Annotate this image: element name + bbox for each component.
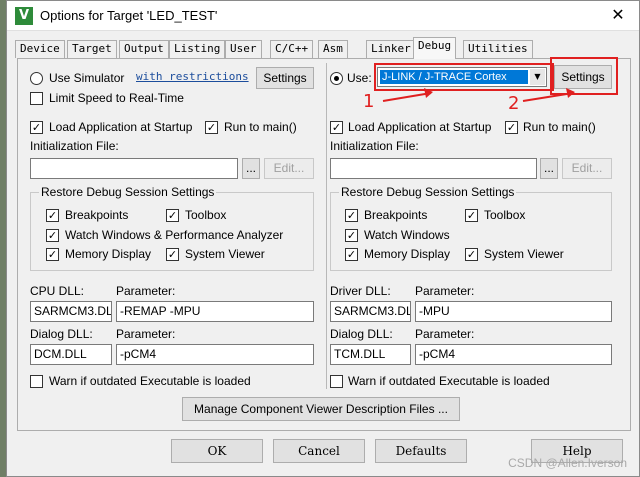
left-init-file-input[interactable] <box>30 158 238 179</box>
left-sysviewer-checkbox[interactable]: ✓ <box>166 248 179 261</box>
right-edit-button[interactable]: Edit... <box>562 158 612 179</box>
right-breakpoints-checkbox[interactable]: ✓ <box>345 209 358 222</box>
window-title: Options for Target 'LED_TEST' <box>40 8 218 23</box>
right-init-file-label: Initialization File: <box>330 139 419 153</box>
left-memory-checkbox[interactable]: ✓ <box>46 248 59 261</box>
tab-device[interactable]: Device <box>15 40 65 58</box>
right-run-main-checkbox[interactable]: ✓ <box>505 121 518 134</box>
use-label: Use: <box>347 71 372 85</box>
driver-dll-input[interactable]: SARMCM3.DLL <box>330 301 411 322</box>
use-debugger-radio[interactable] <box>330 72 343 85</box>
left-toolbox-checkbox[interactable]: ✓ <box>166 209 179 222</box>
annotation-arrows <box>382 88 575 102</box>
annotation-arrow-1-line <box>382 92 432 102</box>
right-restore-group-label: Restore Debug Session Settings <box>339 185 517 199</box>
keil-app-icon: V <box>15 7 33 25</box>
tab-user[interactable]: User <box>225 40 262 58</box>
driver-dll-label: Driver DLL: <box>330 284 391 298</box>
options-dialog: V Options for Target 'LED_TEST' ✕ Device… <box>6 0 640 477</box>
with-restrictions-link[interactable]: with restrictions <box>136 70 249 83</box>
right-sysviewer-checkbox[interactable]: ✓ <box>465 248 478 261</box>
left-toolbox-label: Toolbox <box>185 208 227 222</box>
right-warn-checkbox[interactable] <box>330 375 343 388</box>
right-dialog-param-input[interactable]: -pCM4 <box>415 344 612 365</box>
right-memory-label: Memory Display <box>364 247 451 261</box>
limit-speed-checkbox[interactable] <box>30 92 43 105</box>
driver-param-input[interactable]: -MPU <box>415 301 612 322</box>
tab-utilities[interactable]: Utilities <box>463 40 533 58</box>
left-watch-label: Watch Windows & Performance Analyzer <box>65 228 284 242</box>
manage-component-viewer-button[interactable]: Manage Component Viewer Description File… <box>182 397 460 421</box>
left-browse-button[interactable]: ... <box>242 158 260 179</box>
left-init-file-label: Initialization File: <box>30 139 119 153</box>
watermark: CSDN @Allen.Iverson <box>508 456 627 470</box>
right-load-app-checkbox[interactable]: ✓ <box>330 121 343 134</box>
title-bar: V Options for Target 'LED_TEST' ✕ <box>7 1 639 31</box>
left-watch-checkbox[interactable]: ✓ <box>46 229 59 242</box>
cpu-param-label: Parameter: <box>116 284 176 298</box>
right-dialog-dll-input[interactable]: TCM.DLL <box>330 344 411 365</box>
left-dialog-param-label: Parameter: <box>116 327 176 341</box>
tab-output[interactable]: Output <box>119 40 169 58</box>
right-toolbox-checkbox[interactable]: ✓ <box>465 209 478 222</box>
debug-panel: Use Simulator with restrictions Settings… <box>17 57 631 431</box>
tab-debug[interactable]: Debug <box>413 37 457 59</box>
right-browse-button[interactable]: ... <box>540 158 558 179</box>
right-toolbox-label: Toolbox <box>484 208 526 222</box>
left-dialog-param-input[interactable]: -pCM4 <box>116 344 314 365</box>
left-dialog-dll-label: Dialog DLL: <box>30 327 93 341</box>
left-run-main-checkbox[interactable]: ✓ <box>205 121 218 134</box>
left-load-app-checkbox[interactable]: ✓ <box>30 121 43 134</box>
left-dialog-dll-input[interactable]: DCM.DLL <box>30 344 112 365</box>
tab-listing[interactable]: Listing <box>169 40 226 58</box>
tab-cpp[interactable]: C/C++ <box>270 40 314 58</box>
ok-button[interactable]: OK <box>171 439 263 463</box>
left-memory-label: Memory Display <box>65 247 152 261</box>
right-watch-checkbox[interactable]: ✓ <box>345 229 358 242</box>
tab-asm[interactable]: Asm <box>318 40 348 58</box>
annotation-arrow-1-head <box>424 88 433 98</box>
right-sysviewer-label: System Viewer <box>484 247 564 261</box>
cpu-dll-input[interactable]: SARMCM3.DLL <box>30 301 112 322</box>
left-breakpoints-checkbox[interactable]: ✓ <box>46 209 59 222</box>
close-icon[interactable]: ✕ <box>603 3 633 27</box>
right-dialog-param-label: Parameter: <box>415 327 475 341</box>
cpu-dll-label: CPU DLL: <box>30 284 85 298</box>
tab-target[interactable]: Target <box>67 40 117 58</box>
defaults-button[interactable]: Defaults <box>375 439 467 463</box>
limit-speed-label: Limit Speed to Real-Time <box>49 91 184 105</box>
left-load-app-label: Load Application at Startup <box>49 120 193 134</box>
right-memory-checkbox[interactable]: ✓ <box>345 248 358 261</box>
right-run-main-label: Run to main() <box>523 120 596 134</box>
tab-linker[interactable]: Linker <box>366 40 416 58</box>
use-simulator-label: Use Simulator <box>49 71 125 85</box>
left-run-main-label: Run to main() <box>224 120 297 134</box>
left-sysviewer-label: System Viewer <box>185 247 265 261</box>
right-dialog-dll-label: Dialog DLL: <box>330 327 393 341</box>
left-warn-checkbox[interactable] <box>30 375 43 388</box>
left-restore-group-label: Restore Debug Session Settings <box>39 185 217 199</box>
annotation-arrow-2-head <box>566 88 575 98</box>
use-simulator-radio[interactable] <box>30 72 43 85</box>
right-watch-label: Watch Windows <box>364 228 450 242</box>
cpu-param-input[interactable]: -REMAP -MPU <box>116 301 314 322</box>
annotation-arrow-2-line <box>522 92 574 102</box>
driver-param-label: Parameter: <box>415 284 475 298</box>
column-divider <box>326 63 327 389</box>
left-breakpoints-label: Breakpoints <box>65 208 129 222</box>
left-edit-button[interactable]: Edit... <box>264 158 314 179</box>
cancel-button[interactable]: Cancel <box>273 439 365 463</box>
right-load-app-label: Load Application at Startup <box>348 120 492 134</box>
right-warn-label: Warn if outdated Executable is loaded <box>348 374 550 388</box>
left-warn-label: Warn if outdated Executable is loaded <box>49 374 251 388</box>
right-breakpoints-label: Breakpoints <box>364 208 428 222</box>
right-init-file-input[interactable] <box>330 158 537 179</box>
simulator-settings-button[interactable]: Settings <box>256 67 314 89</box>
